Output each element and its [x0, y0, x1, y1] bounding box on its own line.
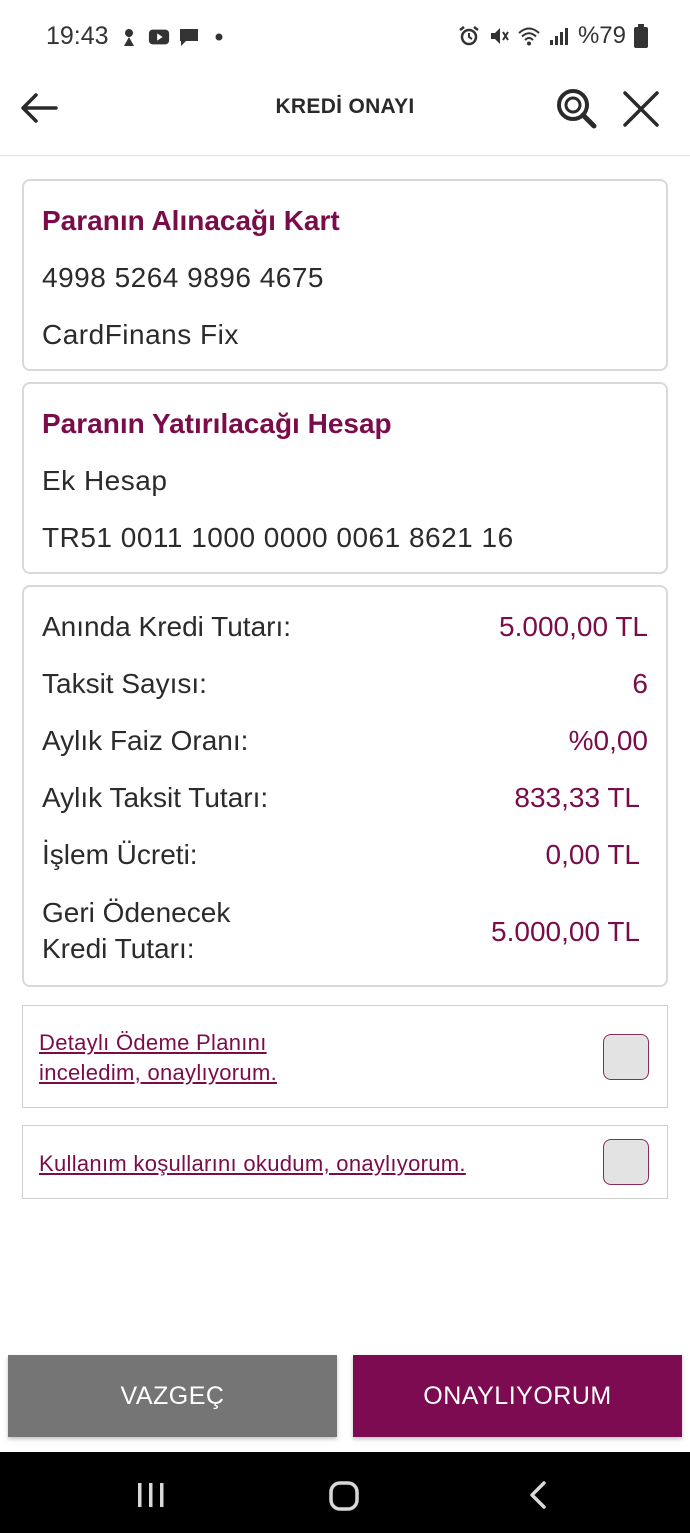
- target-card-title: Paranın Yatırılacağı Hesap: [42, 408, 392, 439]
- cancel-button[interactable]: VAZGEÇ: [8, 1355, 337, 1437]
- payment-plan-text-line1[interactable]: Detaylı Ödeme Planını: [39, 1030, 267, 1055]
- repay-label-line1: Geri Ödenecek: [42, 897, 231, 928]
- signal-icon: [549, 28, 568, 45]
- repay-value: 5.000,00 TL: [491, 916, 640, 947]
- youtube-icon: [148, 29, 170, 45]
- search-icon[interactable]: [553, 85, 599, 131]
- app-header: KREDİ ONAYI: [0, 62, 690, 156]
- mute-icon: [490, 28, 509, 44]
- confirm-button[interactable]: ONAYLIYORUM: [353, 1355, 682, 1437]
- recent-apps-icon[interactable]: [135, 1482, 167, 1508]
- iban: TR51 0011 1000 0000 0061 8621 16: [42, 522, 514, 553]
- close-icon[interactable]: [620, 88, 662, 130]
- home-icon[interactable]: [328, 1480, 360, 1512]
- detail-row-repay-amount: Geri Ödenecek Kredi Tutarı: 5.000,00 TL: [42, 895, 648, 971]
- battery-text: %79: [577, 22, 626, 49]
- alarm-icon: [459, 26, 479, 46]
- detail-row-amount: Anında Kredi Tutarı: 5.000,00 TL: [42, 609, 648, 649]
- vpn-key-icon: [124, 29, 134, 46]
- payment-plan-checkbox[interactable]: [603, 1034, 649, 1080]
- status-time: 19:43: [46, 22, 109, 50]
- payment-plan-link[interactable]: Detaylı Ödeme Planını inceledim, onaylıy…: [39, 1028, 277, 1088]
- status-right-icons: %79: [458, 22, 648, 50]
- terms-link[interactable]: Kullanım koşullarını okudum, onaylıyorum…: [39, 1149, 466, 1179]
- payment-plan-text-line2[interactable]: inceledim, onaylıyorum.: [39, 1060, 277, 1085]
- detail-label: İşlem Ücreti:: [42, 839, 198, 870]
- detail-row-installments: Taksit Sayısı: 6: [42, 666, 648, 706]
- terms-agreement: Kullanım koşullarını okudum, onaylıyorum…: [22, 1125, 668, 1199]
- detail-value: 5.000,00 TL: [499, 611, 648, 642]
- detail-label: Taksit Sayısı:: [42, 668, 207, 699]
- battery-icon: [634, 24, 648, 48]
- detail-label: Aylık Taksit Tutarı:: [42, 782, 269, 813]
- system-nav-bar: [0, 1452, 690, 1533]
- detail-row-fee: İşlem Ücreti: 0,00 TL: [42, 837, 648, 877]
- message-icon: [180, 29, 198, 46]
- repay-label-line2: Kredi Tutarı:: [42, 933, 195, 964]
- detail-value: %0,00: [568, 725, 648, 756]
- detail-row-monthly-installment: Aylık Taksit Tutarı: 833,33 TL: [42, 780, 648, 820]
- source-card: Paranın Alınacağı Kart 4998 5264 9896 46…: [22, 179, 668, 371]
- status-left-icons: [118, 26, 230, 48]
- detail-label: Anında Kredi Tutarı:: [42, 611, 292, 642]
- card-name: CardFinans Fix: [42, 319, 239, 350]
- payment-plan-agreement: Detaylı Ödeme Planını inceledim, onaylıy…: [22, 1005, 668, 1108]
- account-name: Ek Hesap: [42, 465, 168, 496]
- detail-value: 0,00 TL: [545, 839, 640, 870]
- detail-label: Aylık Faiz Oranı:: [42, 725, 249, 756]
- wifi-icon: [518, 27, 540, 46]
- target-account-card: Paranın Yatırılacağı Hesap Ek Hesap TR51…: [22, 382, 668, 574]
- detail-value: 6: [632, 668, 648, 699]
- detail-value: 833,33 TL: [514, 782, 640, 813]
- source-card-title: Paranın Alınacağı Kart: [42, 205, 340, 236]
- detail-row-interest: Aylık Faiz Oranı: %0,00: [42, 723, 648, 763]
- back-nav-icon[interactable]: [526, 1480, 550, 1510]
- card-number: 4998 5264 9896 4675: [42, 262, 324, 293]
- dot-icon: [215, 33, 223, 41]
- terms-checkbox[interactable]: [603, 1139, 649, 1185]
- loan-details-card: Anında Kredi Tutarı: 5.000,00 TL Taksit …: [22, 585, 668, 987]
